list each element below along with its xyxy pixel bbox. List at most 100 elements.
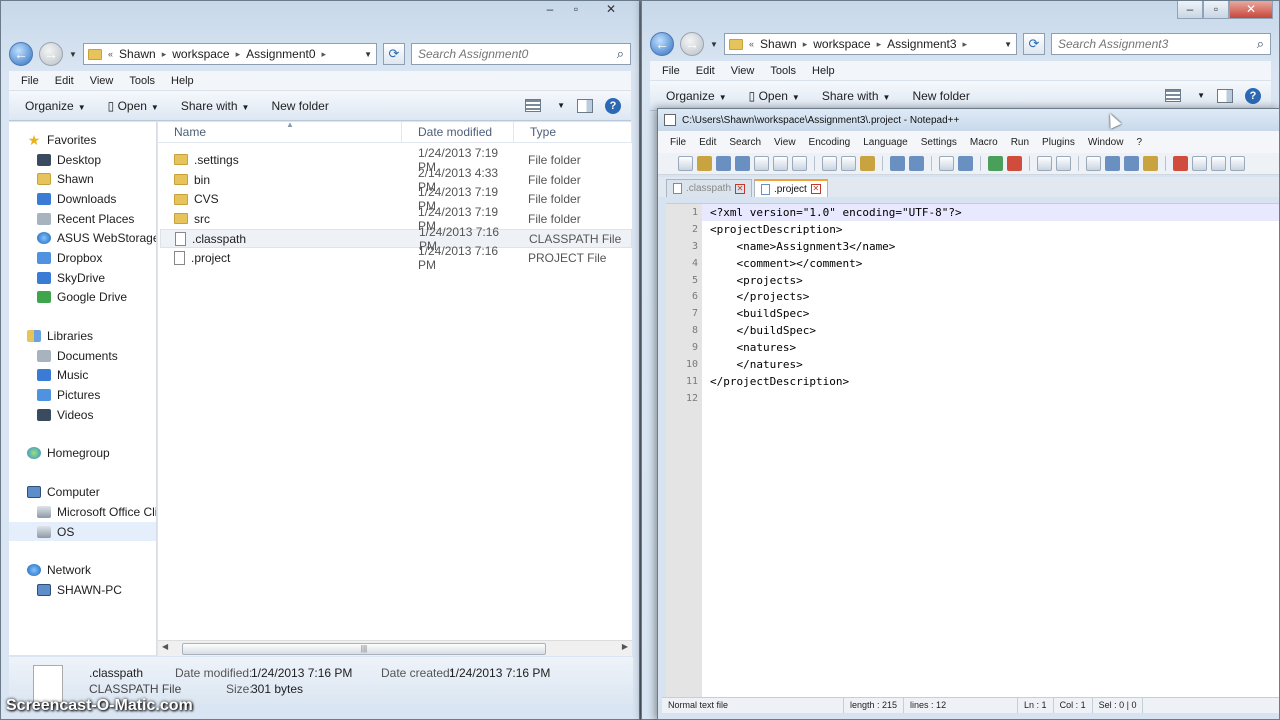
code-line[interactable]: 10 </natures> xyxy=(686,356,1279,373)
recent-pages-dropdown[interactable]: ▼ xyxy=(69,50,77,59)
forward-button[interactable]: → xyxy=(680,32,704,56)
menu-edit[interactable]: Edit xyxy=(55,75,74,87)
preview-pane-icon[interactable] xyxy=(577,98,593,113)
menu-help[interactable]: Help xyxy=(812,65,835,77)
address-bar[interactable]: « Shawn ▸ workspace ▸ Assignment3 ▸ ▼ xyxy=(724,33,1017,55)
close-button[interactable]: ✕ xyxy=(589,1,633,19)
find-icon[interactable] xyxy=(939,156,954,171)
document-map-icon[interactable] xyxy=(1143,156,1158,171)
nav-favorites[interactable]: ★ Favorites xyxy=(9,130,156,150)
redo-icon[interactable] xyxy=(909,156,924,171)
nav-shawn[interactable]: Shawn xyxy=(9,169,156,189)
address-bar[interactable]: « Shawn ▸ workspace ▸ Assignment0 ▸ ▼ xyxy=(83,43,377,65)
nav-network[interactable]: Network xyxy=(9,560,156,580)
file-row-src[interactable]: src 1/24/2013 7:19 PM File folder xyxy=(160,205,632,233)
nav-documents[interactable]: Documents xyxy=(9,346,156,366)
menu-help[interactable]: Help xyxy=(171,75,194,87)
nav-google-drive[interactable]: Google Drive xyxy=(9,288,156,308)
horizontal-scrollbar[interactable]: ◀ ||| ▶ xyxy=(158,640,632,656)
breadcrumb-shawn[interactable]: Shawn xyxy=(119,47,156,61)
copy-icon[interactable] xyxy=(841,156,856,171)
menu-view[interactable]: View xyxy=(90,75,114,87)
nav-homegroup[interactable]: Homegroup xyxy=(9,444,156,464)
close-file-icon[interactable] xyxy=(754,156,769,171)
back-button[interactable]: ← xyxy=(9,42,33,66)
tab-project[interactable]: .project ✕ xyxy=(754,179,828,197)
close-tab-icon[interactable]: ✕ xyxy=(735,183,746,194)
file-row-project[interactable]: .project 1/24/2013 7:16 PM PROJECT File xyxy=(160,244,632,272)
file-row-settings[interactable]: .settings 1/24/2013 7:19 PM File folder xyxy=(160,146,632,174)
search-input[interactable] xyxy=(418,47,617,61)
view-dropdown-icon[interactable]: ▼ xyxy=(1197,91,1205,100)
zoom-out-icon[interactable] xyxy=(1007,156,1022,171)
address-dropdown-icon[interactable]: ▼ xyxy=(1004,40,1012,49)
open-button[interactable]: ▯ Open ▼ xyxy=(108,99,159,113)
code-line[interactable]: 9 <natures> xyxy=(692,339,1279,356)
nav-pictures[interactable]: Pictures xyxy=(9,385,156,405)
undo-icon[interactable] xyxy=(890,156,905,171)
minimize-button[interactable]: – xyxy=(1177,1,1203,19)
nav-music[interactable]: Music xyxy=(9,366,156,386)
menu-view[interactable]: View xyxy=(731,65,755,77)
organize-button[interactable]: Organize ▼ xyxy=(666,89,727,103)
column-name[interactable]: Name xyxy=(158,122,402,142)
code-line[interactable]: 7 <buildSpec> xyxy=(692,305,1279,322)
minimize-button[interactable]: – xyxy=(537,1,563,19)
tab-classpath[interactable]: .classpath ✕ xyxy=(666,179,753,197)
file-row-classpath[interactable]: .classpath 1/24/2013 7:16 PM CLASSPATH F… xyxy=(160,225,632,253)
organize-button[interactable]: Organize ▼ xyxy=(25,99,86,113)
refresh-button[interactable]: ⟳ xyxy=(383,43,405,65)
breadcrumb-shawn[interactable]: Shawn xyxy=(760,37,797,51)
nav-desktop[interactable]: Desktop xyxy=(9,150,156,170)
nav-computer[interactable]: Computer xyxy=(9,482,156,502)
paste-icon[interactable] xyxy=(860,156,875,171)
code-line[interactable]: 5 <projects> xyxy=(692,272,1279,289)
scroll-right-icon[interactable]: ▶ xyxy=(622,642,628,651)
menu-help[interactable]: ? xyxy=(1136,137,1142,148)
indent-guide-icon[interactable] xyxy=(1124,156,1139,171)
nav-downloads[interactable]: Downloads xyxy=(9,189,156,209)
run-macro-multiple-icon[interactable] xyxy=(1230,156,1245,171)
nav-asus-webstorage[interactable]: ASUS WebStorage D xyxy=(9,228,156,248)
code-line[interactable]: 11 </projectDescription> xyxy=(686,373,1279,390)
share-with-button[interactable]: Share with ▼ xyxy=(822,89,891,103)
menu-edit[interactable]: Edit xyxy=(696,65,715,77)
refresh-button[interactable]: ⟳ xyxy=(1023,33,1045,55)
code-line[interactable]: 8 </buildSpec> xyxy=(692,322,1279,339)
nav-libraries[interactable]: Libraries xyxy=(9,326,156,346)
menu-file[interactable]: File xyxy=(662,65,680,77)
column-date-modified[interactable]: Date modified xyxy=(402,122,514,142)
record-macro-icon[interactable] xyxy=(1173,156,1188,171)
code-line[interactable]: 4 <comment></comment> xyxy=(692,255,1279,272)
change-view-icon[interactable] xyxy=(1165,89,1182,102)
nav-dropbox[interactable]: Dropbox xyxy=(9,248,156,268)
close-button[interactable]: ✕ xyxy=(1229,1,1273,19)
notepadpp-titlebar[interactable]: C:\Users\Shawn\workspace\Assignment3\.pr… xyxy=(658,109,1279,131)
maximize-button[interactable]: ▫ xyxy=(1203,1,1229,19)
scroll-left-icon[interactable]: ◀ xyxy=(162,642,168,651)
forward-button[interactable]: → xyxy=(39,42,63,66)
file-row-bin[interactable]: bin 2/14/2013 4:33 PM File folder xyxy=(160,166,632,194)
column-type[interactable]: Type xyxy=(514,122,632,142)
nav-videos[interactable]: Videos xyxy=(9,405,156,425)
search-input[interactable] xyxy=(1058,37,1257,51)
recent-pages-dropdown[interactable]: ▼ xyxy=(710,40,718,49)
menu-tools[interactable]: Tools xyxy=(770,65,796,77)
menu-view[interactable]: View xyxy=(774,137,796,148)
new-folder-button[interactable]: New folder xyxy=(912,89,969,103)
open-file-icon[interactable] xyxy=(697,156,712,171)
close-all-icon[interactable] xyxy=(773,156,788,171)
close-tab-icon[interactable]: ✕ xyxy=(810,184,821,194)
nav-office-click[interactable]: Microsoft Office Clic xyxy=(9,502,156,522)
change-view-icon[interactable] xyxy=(525,99,542,112)
maximize-button[interactable]: ▫ xyxy=(563,1,589,19)
show-all-chars-icon[interactable] xyxy=(1105,156,1120,171)
menu-file[interactable]: File xyxy=(670,137,686,148)
code-line[interactable]: 2 <projectDescription> xyxy=(692,221,1279,238)
menu-run[interactable]: Run xyxy=(1011,137,1029,148)
help-icon[interactable]: ? xyxy=(605,97,621,114)
menu-edit[interactable]: Edit xyxy=(699,137,716,148)
sync-vertical-icon[interactable] xyxy=(1037,156,1052,171)
menu-file[interactable]: File xyxy=(21,75,39,87)
nav-skydrive[interactable]: SkyDrive xyxy=(9,268,156,288)
